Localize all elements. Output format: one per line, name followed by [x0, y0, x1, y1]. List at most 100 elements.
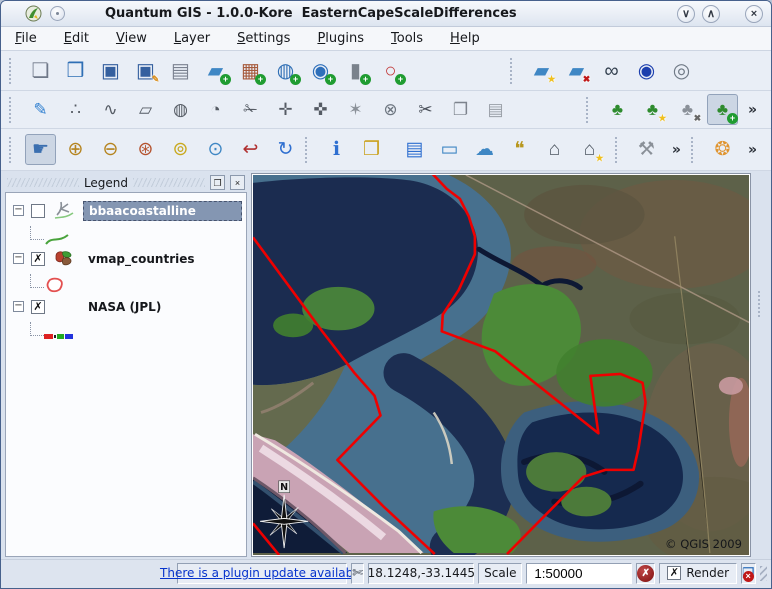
new-vector-layer-button[interactable]: ▰★ [526, 55, 557, 86]
capture-line-button[interactable]: ∿ [95, 94, 126, 125]
add-wfs-layer-button[interactable]: ▮+ [340, 55, 371, 86]
maximize-button[interactable]: ∧ [702, 5, 720, 23]
split-features-button[interactable]: ✁ [235, 94, 266, 125]
plugin-update-link[interactable]: There is a plugin update available [160, 566, 364, 580]
projection-button[interactable]: ❒ × [741, 563, 756, 584]
open-attribute-table-button[interactable]: ▤ [399, 134, 430, 165]
settings-menu-item[interactable]: Settings [237, 31, 290, 46]
options-wrench-button[interactable]: ⚒ [631, 134, 662, 165]
identify-features-button[interactable]: ℹ [321, 134, 352, 165]
save-project-as-button[interactable]: ▣✎ [130, 55, 161, 86]
zoom-in-button[interactable]: ⊕ [60, 134, 91, 165]
capture-point-button[interactable]: ∴ [60, 94, 91, 125]
render-checkbox[interactable]: ✗ [667, 566, 681, 580]
toolbar-drag-handle[interactable] [9, 137, 16, 163]
save-project-button[interactable]: ▣ [95, 55, 126, 86]
open-project-button[interactable]: ❒ [60, 55, 91, 86]
view-menu-item[interactable]: View [116, 31, 147, 46]
add-vector-layer-button[interactable]: ▰+ [200, 55, 231, 86]
zoom-full-extent-button[interactable]: ⊛ [130, 134, 161, 165]
toolbar-drag-handle[interactable] [305, 137, 312, 163]
add-ring-button[interactable]: ◍ [165, 94, 196, 125]
select-features-button[interactable]: ❒ [356, 134, 387, 165]
legend-panel-titlebar[interactable]: Legend ❐ × [5, 173, 247, 192]
open-grass-tools-button[interactable]: ♣+ [707, 94, 738, 125]
add-island-button[interactable]: ◔ [200, 94, 231, 125]
legend-close-button[interactable]: × [230, 175, 245, 190]
help-menu-item[interactable]: Help [450, 31, 480, 46]
layer-visibility-checkbox[interactable]: ✗ [31, 300, 45, 314]
legend-float-button[interactable]: ❐ [210, 175, 225, 190]
layer-row-nasa-jpl[interactable]: − ✗ NASA (JPL) [8, 294, 244, 319]
remove-layer-button[interactable]: ▰✖ [561, 55, 592, 86]
close-button[interactable]: × [745, 5, 763, 23]
delete-selected-button[interactable]: ⊗ [375, 94, 406, 125]
new-project-button[interactable]: ❏ [25, 55, 56, 86]
capture-polygon-button[interactable]: ▱ [130, 94, 161, 125]
toggle-editing-button[interactable]: ✎ [25, 94, 56, 125]
copy-features-button[interactable]: ❐ [445, 94, 476, 125]
window-menu-button[interactable] [50, 6, 65, 21]
toolbar-drag-handle[interactable] [586, 97, 593, 123]
layer-label[interactable]: bbaacoastalline [83, 201, 242, 221]
map-canvas[interactable]: N © QGIS 2009 [251, 173, 751, 557]
layer-row-bbaacoastalline[interactable]: − bbaacoastalline [8, 198, 244, 223]
tree-expander-icon[interactable]: − [13, 205, 24, 216]
layer-label[interactable]: vmap_countries [83, 250, 200, 268]
layer-visibility-checkbox[interactable] [31, 204, 45, 218]
layer-menu-item[interactable]: Layer [174, 31, 210, 46]
color-palette-button[interactable]: ❂ [707, 134, 738, 165]
plugins-menu-item[interactable]: Plugins [317, 31, 364, 46]
layer-visibility-checkbox[interactable]: ✗ [31, 252, 45, 266]
refresh-map-button[interactable]: ↻ [270, 134, 301, 165]
map-tips-button[interactable]: ❝ [504, 134, 535, 165]
window-resize-grip[interactable] [760, 566, 767, 581]
simplify-feature-button[interactable]: ✶ [340, 94, 371, 125]
add-wms-layer-button[interactable]: ◉+ [305, 55, 336, 86]
show-bookmarks-button[interactable]: ⌂ [539, 134, 570, 165]
toolbar-drag-handle[interactable] [510, 58, 517, 84]
paste-features-button[interactable]: ▤ [480, 94, 511, 125]
toolbar-drag-handle[interactable] [691, 137, 698, 163]
layer-label[interactable]: NASA (JPL) [83, 298, 166, 316]
toolbar-drag-handle[interactable] [9, 97, 16, 123]
add-raster-layer-button[interactable]: ▦+ [235, 55, 266, 86]
edit-menu-item[interactable]: Edit [64, 31, 89, 46]
toolbar-overflow-button[interactable]: » [748, 142, 757, 158]
pan-map-button[interactable]: ☛ [25, 134, 56, 165]
zoom-out-button[interactable]: ⊖ [95, 134, 126, 165]
zoom-to-layer-button[interactable]: ⊙ [200, 134, 231, 165]
add-to-overview-button[interactable]: ∞ [596, 55, 627, 86]
scale-input[interactable] [526, 563, 632, 584]
new-bookmark-button[interactable]: ⌂★ [574, 134, 605, 165]
minimize-button[interactable]: ∨ [677, 5, 695, 23]
move-vertex-button[interactable]: ✜ [305, 94, 336, 125]
edit-grass-vector-layer-button[interactable]: ♣ [602, 94, 633, 125]
measure-area-button[interactable]: ☁ [469, 134, 500, 165]
titlebar[interactable]: Quantum GIS - 1.0.0-Kore EasternCapeScal… [1, 1, 771, 27]
toolbar-drag-handle[interactable] [9, 58, 16, 84]
tools-menu-item[interactable]: Tools [391, 31, 423, 46]
hide-all-layers-button[interactable]: ◎ [666, 55, 697, 86]
stop-rendering-button[interactable]: ✗ [636, 563, 655, 584]
toggle-extents-button[interactable]: ✄ [351, 563, 364, 584]
file-menu-item[interactable]: File [15, 31, 37, 46]
add-gps-layer-button[interactable]: ○+ [375, 55, 406, 86]
zoom-to-selection-button[interactable]: ⊚ [165, 134, 196, 165]
new-grass-vector-layer-button[interactable]: ♣★ [637, 94, 668, 125]
tree-expander-icon[interactable]: − [13, 301, 24, 312]
print-composer-button[interactable]: ▤ [165, 55, 196, 86]
close-grass-mapset-button[interactable]: ♣✖ [672, 94, 703, 125]
dock-grip[interactable] [758, 291, 760, 317]
layer-row-vmap-countries[interactable]: − ✗ vmap_countries [8, 246, 244, 271]
measure-line-button[interactable]: ▭ [434, 134, 465, 165]
add-postgis-layer-button[interactable]: ◍+ [270, 55, 301, 86]
cut-features-button[interactable]: ✂ [410, 94, 441, 125]
move-feature-button[interactable]: ✛ [270, 94, 301, 125]
toolbar-overflow-button[interactable]: » [672, 142, 681, 158]
toolbar-drag-handle[interactable] [615, 137, 622, 163]
show-all-layers-button[interactable]: ◉ [631, 55, 662, 86]
tree-expander-icon[interactable]: − [13, 253, 24, 264]
toolbar-overflow-button[interactable]: » [748, 102, 757, 118]
zoom-last-button[interactable]: ↩ [235, 134, 266, 165]
